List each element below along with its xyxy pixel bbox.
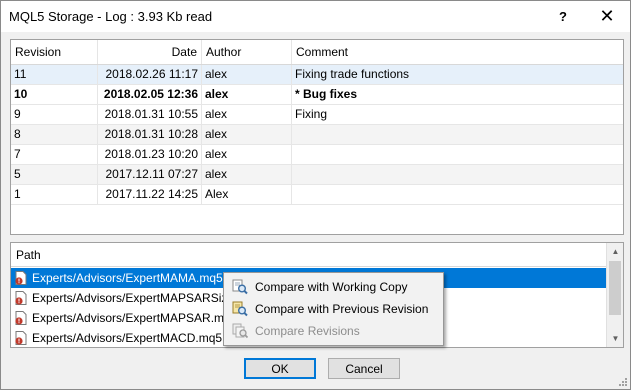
date-cell: 2018.02.26 11:17 — [98, 65, 202, 84]
table-header: Revision Date Author Comment — [11, 40, 623, 65]
comment-cell: Fixing — [295, 107, 328, 121]
scroll-down-arrow-icon[interactable]: ▼ — [607, 330, 623, 347]
comment-cell: * Bug fixes — [295, 87, 358, 101]
menu-item-label: Compare with Previous Revision — [255, 302, 429, 316]
menu-item-compare-revisions: Compare Revisions — [226, 320, 441, 342]
revision-cell: 1 — [11, 185, 98, 204]
revision-cell: 5 — [11, 165, 98, 184]
revision-cell: 8 — [11, 125, 98, 144]
author-cell: alex — [202, 125, 292, 144]
mq5-file-error-icon — [15, 291, 27, 305]
date-cell: 2018.01.31 10:55 — [98, 105, 202, 124]
author-cell: alex — [202, 85, 292, 104]
compare-revisions-icon — [232, 323, 248, 339]
ok-button[interactable]: OK — [244, 358, 316, 379]
mq5-file-error-icon — [15, 311, 27, 325]
comment-cell: Fixing trade functions — [295, 67, 410, 81]
date-cell: 2017.12.11 07:27 — [98, 165, 202, 184]
author-cell: Alex — [202, 185, 292, 204]
context-menu: Compare with Working Copy Compare with P… — [223, 272, 444, 346]
date-cell: 2018.01.31 10:28 — [98, 125, 202, 144]
menu-item-label: Compare with Working Copy — [255, 280, 408, 294]
close-button[interactable]: ✕ — [585, 1, 629, 32]
column-header-revision[interactable]: Revision — [11, 40, 98, 64]
comment-cell — [292, 125, 623, 144]
scroll-up-arrow-icon[interactable]: ▲ — [607, 243, 623, 260]
table-row[interactable]: 8 2018.01.31 10:28 alex — [11, 125, 623, 145]
menu-item-label: Compare Revisions — [255, 324, 360, 338]
revision-cell: 10 — [11, 85, 98, 104]
menu-item-compare-previous-revision[interactable]: Compare with Previous Revision — [226, 298, 441, 320]
path-label: Experts/Advisors/ExpertMAMA.mq5 — [32, 271, 223, 285]
table-row[interactable]: 11 2018.02.26 11:17 alex Fixing trade fu… — [11, 65, 623, 85]
revision-log-table: Revision Date Author Comment 11 2018.02.… — [10, 39, 624, 235]
vertical-scrollbar[interactable]: ▲ ▼ — [606, 243, 623, 347]
storage-log-dialog: MQL5 Storage - Log : 3.93 Kb read ? ✕ Re… — [0, 0, 631, 390]
path-label: Experts/Advisors/ExpertMAPSARSizeOp — [32, 291, 251, 305]
author-cell: alex — [202, 165, 292, 184]
scrollbar-thumb[interactable] — [609, 261, 621, 315]
revision-cell: 7 — [11, 145, 98, 164]
magnifier-compare-previous-icon — [232, 301, 248, 317]
revision-cell: 9 — [11, 105, 98, 124]
table-row[interactable]: 9 2018.01.31 10:55 alex Fixing — [11, 105, 623, 125]
author-cell: alex — [202, 145, 292, 164]
author-cell: alex — [202, 65, 292, 84]
cancel-button[interactable]: Cancel — [328, 358, 400, 379]
date-cell: 2017.11.22 14:25 — [98, 185, 202, 204]
table-row[interactable]: 5 2017.12.11 07:27 alex — [11, 165, 623, 185]
magnifier-compare-icon — [232, 279, 248, 295]
path-label: Experts/Advisors/ExpertMAPSAR.mq5 — [32, 311, 238, 325]
author-cell: alex — [202, 105, 292, 124]
comment-cell — [292, 145, 623, 164]
path-label: Experts/Advisors/ExpertMACD.mq5 — [32, 331, 223, 345]
column-header-path[interactable]: Path — [11, 243, 606, 267]
revision-cell: 11 — [11, 65, 98, 84]
table-row[interactable]: 7 2018.01.23 10:20 alex — [11, 145, 623, 165]
comment-cell — [292, 185, 623, 204]
column-header-author[interactable]: Author — [202, 40, 292, 64]
date-cell: 2018.02.05 12:36 — [98, 85, 202, 104]
column-header-comment[interactable]: Comment — [292, 40, 623, 64]
window-title: MQL5 Storage - Log : 3.93 Kb read — [9, 9, 213, 24]
column-header-date[interactable]: Date — [98, 40, 202, 64]
table-row[interactable]: 10 2018.02.05 12:36 alex * Bug fixes — [11, 85, 623, 105]
help-button[interactable]: ? — [541, 1, 585, 32]
comment-cell — [292, 165, 623, 184]
title-bar[interactable]: MQL5 Storage - Log : 3.93 Kb read ? ✕ — [1, 1, 630, 32]
mq5-file-error-icon — [15, 331, 27, 345]
resize-grip-icon[interactable] — [618, 377, 628, 387]
table-row[interactable]: 1 2017.11.22 14:25 Alex — [11, 185, 623, 205]
mq5-file-error-icon — [15, 271, 27, 285]
date-cell: 2018.01.23 10:20 — [98, 145, 202, 164]
menu-item-compare-working-copy[interactable]: Compare with Working Copy — [226, 276, 441, 298]
